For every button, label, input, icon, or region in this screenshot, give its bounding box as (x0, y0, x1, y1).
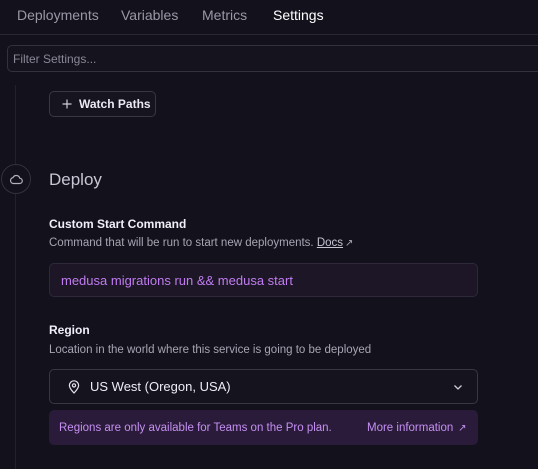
watch-paths-label: Watch Paths (79, 97, 151, 111)
tab-bar: Deployments Variables Metrics Settings (0, 0, 538, 35)
filter-settings-input[interactable] (8, 46, 538, 71)
custom-start-command-description: Command that will be run to start new de… (49, 237, 353, 249)
custom-start-desc-text: Command that will be run to start new de… (49, 237, 314, 249)
tab-metrics[interactable]: Metrics (202, 7, 247, 23)
more-information-label: More information (367, 421, 454, 434)
timeline-node-deploy (1, 164, 31, 194)
tab-settings[interactable]: Settings (273, 7, 324, 23)
external-link-icon: ↗ (455, 422, 467, 434)
region-description: Location in the world where this service… (49, 344, 372, 356)
pro-plan-notice: Regions are only available for Teams on … (49, 410, 478, 445)
region-select[interactable]: US West (Oregon, USA) (49, 369, 478, 404)
watch-paths-button[interactable]: Watch Paths (49, 91, 156, 117)
docs-link[interactable]: Docs (317, 237, 343, 249)
external-link-icon: ↗ (345, 238, 354, 249)
pro-plan-notice-text: Regions are only available for Teams on … (59, 421, 332, 434)
plus-icon (62, 99, 72, 109)
region-selected-value: US West (Oregon, USA) (90, 379, 231, 394)
chevron-down-icon (453, 382, 463, 392)
custom-start-command-title: Custom Start Command (49, 217, 187, 231)
more-information-link[interactable]: More information ↗ (367, 422, 466, 434)
section-title-deploy: Deploy (49, 170, 102, 189)
region-title: Region (49, 323, 90, 337)
filter-settings-field[interactable] (7, 45, 538, 72)
map-pin-icon (68, 379, 80, 394)
custom-start-command-input[interactable]: medusa migrations run && medusa start (49, 263, 478, 297)
tab-deployments[interactable]: Deployments (17, 7, 99, 23)
cloud-icon (9, 173, 23, 185)
tab-variables[interactable]: Variables (121, 7, 178, 23)
timeline-line (15, 85, 16, 469)
custom-start-command-value: medusa migrations run && medusa start (61, 272, 293, 288)
